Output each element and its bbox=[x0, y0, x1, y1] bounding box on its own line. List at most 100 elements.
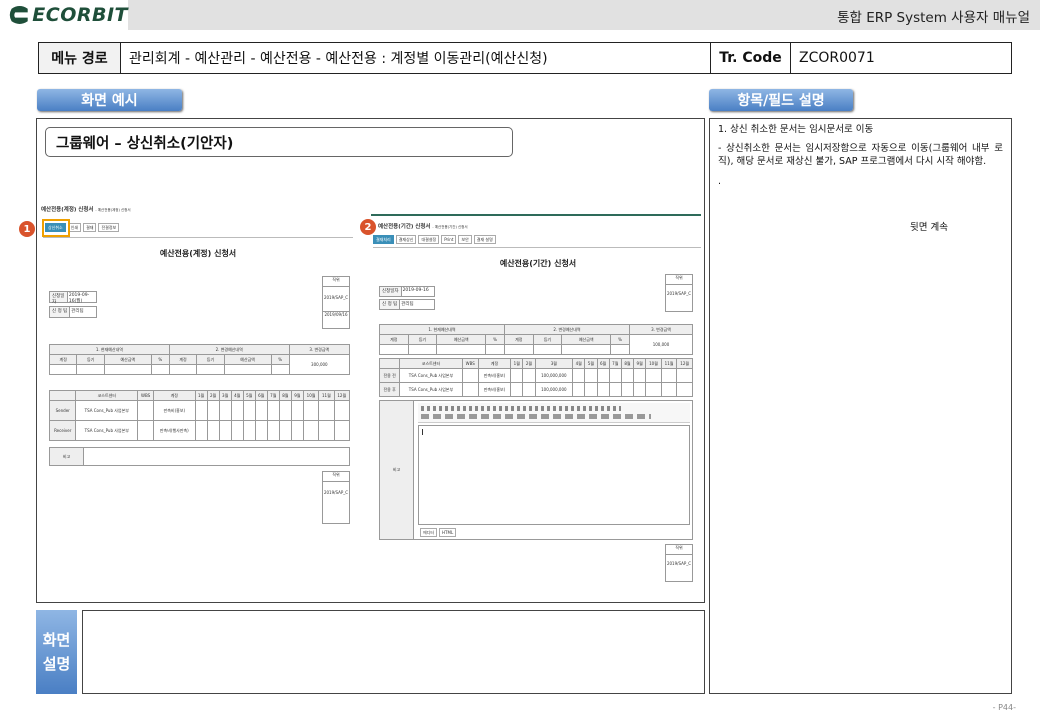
step-badge-2: 2 bbox=[360, 219, 376, 235]
form2-tab[interactable]: 대결설정 bbox=[418, 235, 440, 244]
form2-tab[interactable]: 결재 설명 bbox=[473, 235, 496, 244]
form2-account: 판촉비(홍보) bbox=[477, 382, 512, 397]
form2-account: 판촉비(홍보) bbox=[477, 368, 512, 383]
form1-approval-signer: 2019/SAP_C bbox=[323, 295, 349, 300]
editor-tab[interactable]: 에디터 bbox=[420, 528, 438, 537]
form2-tab[interactable]: 결재처리 bbox=[373, 235, 394, 244]
form1-month-table: 코스트센터 WBS 계정 1월 2월 3월 4월 5월 6월 7월 8월 9월 … bbox=[48, 390, 351, 441]
form1-approval-box: 직위 2019/SAP_C 2019/09/16 bbox=[322, 276, 350, 329]
form2-month-col: 5월 bbox=[584, 358, 598, 369]
form1-budget-table: 1. 현재예산내역 2. 변경예산내역 3. 변경금액 계정 등기 예산금액 %… bbox=[48, 344, 351, 375]
form2-body: 예산전용(기간) 신청서 신청일자 2019-09-16 신 청 팀 관리팀 직… bbox=[373, 247, 701, 582]
tr-code-value: ZCOR0071 bbox=[799, 50, 875, 66]
form1-month-col: 1월 bbox=[194, 390, 208, 401]
form2-tab[interactable]: 보안 bbox=[458, 235, 472, 244]
form2-month-col: 2월 bbox=[522, 358, 536, 369]
document-title: 통합 ERP System 사용자 매뉴얼 bbox=[837, 10, 1030, 26]
form1-date-value: 2019-09-16(월) bbox=[68, 293, 90, 304]
form2-sec-current: 1. 현재예산내역 bbox=[379, 324, 505, 335]
menu-path-bar: 메뉴 경로 관리회계 - 예산관리 - 예산전용 - 예산전용 : 계정별 이동… bbox=[38, 42, 1012, 74]
form1-note-label: 비고 bbox=[49, 447, 84, 466]
editor-mode-tabs: 에디터 HTML bbox=[420, 528, 457, 537]
form2-month-col: 4월 bbox=[572, 358, 586, 369]
form1-body: 예산전용(계정) 신청서 신청일자 2019-09-16(월) 신 청 팀 관리… bbox=[43, 237, 353, 583]
menu-path-value: 관리회계 - 예산관리 - 예산전용 - 예산전용 : 계정별 이동관리(예산신… bbox=[121, 43, 711, 73]
form2-team-label: 신 청 팀 bbox=[380, 300, 401, 309]
form1-title: 예산전용(계정) 신청서 bbox=[159, 249, 237, 258]
form2-col: 예산금액 bbox=[436, 334, 487, 345]
form1-month-col: 10월 bbox=[302, 390, 320, 401]
form1-approval-box-bottom: 직위 2019/SAP_C bbox=[322, 471, 350, 524]
form2-team-value: 관리팀 bbox=[401, 302, 414, 307]
form1-month-col: 3월 bbox=[218, 390, 232, 401]
form1-month-col: 8월 bbox=[278, 390, 292, 401]
form2-toolbar: 결재처리 결재상신 대결설정 Print 보안 결재 설명 bbox=[373, 235, 496, 244]
form1-amount: 300,000 bbox=[288, 354, 351, 375]
form2-editor-label: 비고 bbox=[380, 401, 414, 539]
form2-month-table: 코스트센터 WBS 계정 1월 2월 3월 4월 5월 6월 7월 8월 9월 … bbox=[378, 358, 693, 397]
form2-team-field: 신 청 팀 관리팀 bbox=[379, 299, 435, 310]
form1-col: % bbox=[270, 354, 290, 365]
form1-col: 예산금액 bbox=[103, 354, 152, 365]
form1-sec-current: 1. 현재예산내역 bbox=[49, 344, 170, 355]
form2-col: 예산금액 bbox=[561, 334, 612, 345]
form1-approve-button[interactable]: 결재 bbox=[83, 223, 97, 232]
form1-account: 판촉비(행사판촉) bbox=[153, 420, 196, 441]
form1-date-label: 신청일자 bbox=[50, 292, 68, 305]
form2-window-title-text: 예산전용(기간) 신청서 bbox=[378, 224, 431, 230]
help-item-1: 1. 상신 취소한 문서는 임시문서로 이동 bbox=[718, 124, 874, 135]
form2-month-col: 11월 bbox=[660, 358, 678, 369]
example-title: 그룹웨어 – 상신취소(기안자) bbox=[45, 127, 513, 157]
form2-month-col: 3월 bbox=[534, 358, 574, 369]
form2-col: % bbox=[610, 334, 630, 345]
form2-top-line bbox=[371, 214, 701, 216]
form1-col: 예산금액 bbox=[223, 354, 272, 365]
editor-toolbar[interactable] bbox=[418, 403, 690, 423]
screen-description-box bbox=[82, 610, 705, 694]
editor-toolbar-controls[interactable] bbox=[421, 414, 651, 419]
form1-month-col: WBS bbox=[137, 390, 155, 401]
form1-approval-role: 직위 bbox=[323, 472, 349, 482]
form1-info-button[interactable]: 전결정보 bbox=[98, 223, 120, 232]
form1-col: 등기 bbox=[76, 354, 105, 365]
form1-sec-amount: 3. 변경금액 bbox=[288, 344, 351, 355]
form2-date-value: 2019-09-16 bbox=[402, 288, 429, 293]
form1-window-title-text: 예산전용(계정) 신청서 bbox=[41, 207, 94, 213]
form2-amount-cell: 100,000,000 bbox=[534, 368, 574, 383]
form2-col: % bbox=[485, 334, 505, 345]
form1-team-value: 관리팀 bbox=[71, 309, 84, 314]
form2-approval-signer: 2019/SAP_C bbox=[666, 561, 692, 566]
step-badge-1: 1 bbox=[19, 221, 35, 237]
form1-approval-role: 직위 bbox=[323, 277, 349, 287]
form2-col: 등기 bbox=[532, 334, 563, 345]
form2-tab[interactable]: Print bbox=[441, 235, 457, 244]
company-logo: ECORBIT bbox=[0, 0, 128, 30]
form2-amount-cell: 100,000,000 bbox=[534, 382, 574, 397]
page-number: - P44- bbox=[992, 703, 1016, 712]
menu-path-label: 메뉴 경로 bbox=[39, 43, 121, 73]
form2-tab[interactable]: 결재상신 bbox=[395, 235, 417, 244]
form2-month-col: WBS bbox=[461, 358, 479, 369]
form2-month-col: 10월 bbox=[645, 358, 662, 369]
field-description-panel: 1. 상신 취소한 문서는 임시문서로 이동 - 상신취소한 문서는 임시저장함… bbox=[709, 118, 1012, 694]
form2-approval-box-bottom: 직위 2019/SAP_C bbox=[665, 544, 693, 582]
continue-note: 뒷면 계속 bbox=[910, 222, 948, 233]
html-tab[interactable]: HTML bbox=[439, 528, 457, 537]
editor-content-area[interactable] bbox=[418, 425, 690, 525]
form2-month-col: 6월 bbox=[596, 358, 610, 369]
form2-editor-section: 비고 에디터 HTML bbox=[379, 400, 693, 540]
form2-window-title: 예산전용(기간) 신청서 - 예산전용(기간) 신청서 bbox=[378, 222, 468, 230]
form1-window-title: 예산전용(계정) 신청서 - 예산전용(계정) 신청서 bbox=[41, 205, 131, 213]
form2-amount: 100,000 bbox=[629, 334, 693, 355]
form2-month-col: 계정 bbox=[477, 358, 512, 369]
top-bar: ECORBIT 통합 ERP System 사용자 매뉴얼 bbox=[0, 0, 1040, 30]
screen-desc-line1: 화면 bbox=[42, 631, 71, 649]
field-description-heading: 항목/필드 설명 bbox=[709, 89, 853, 111]
logo-text: ECORBIT bbox=[32, 4, 128, 26]
form1-sec-change: 2. 변경예산내역 bbox=[168, 344, 290, 355]
form2-date-field: 신청일자 2019-09-16 bbox=[379, 286, 435, 297]
editor-toolbar-icons[interactable] bbox=[421, 406, 621, 411]
highlight-box bbox=[42, 219, 70, 237]
form2-col: 계정 bbox=[379, 334, 409, 345]
form1-month-col: 코스트센터 bbox=[75, 390, 139, 401]
